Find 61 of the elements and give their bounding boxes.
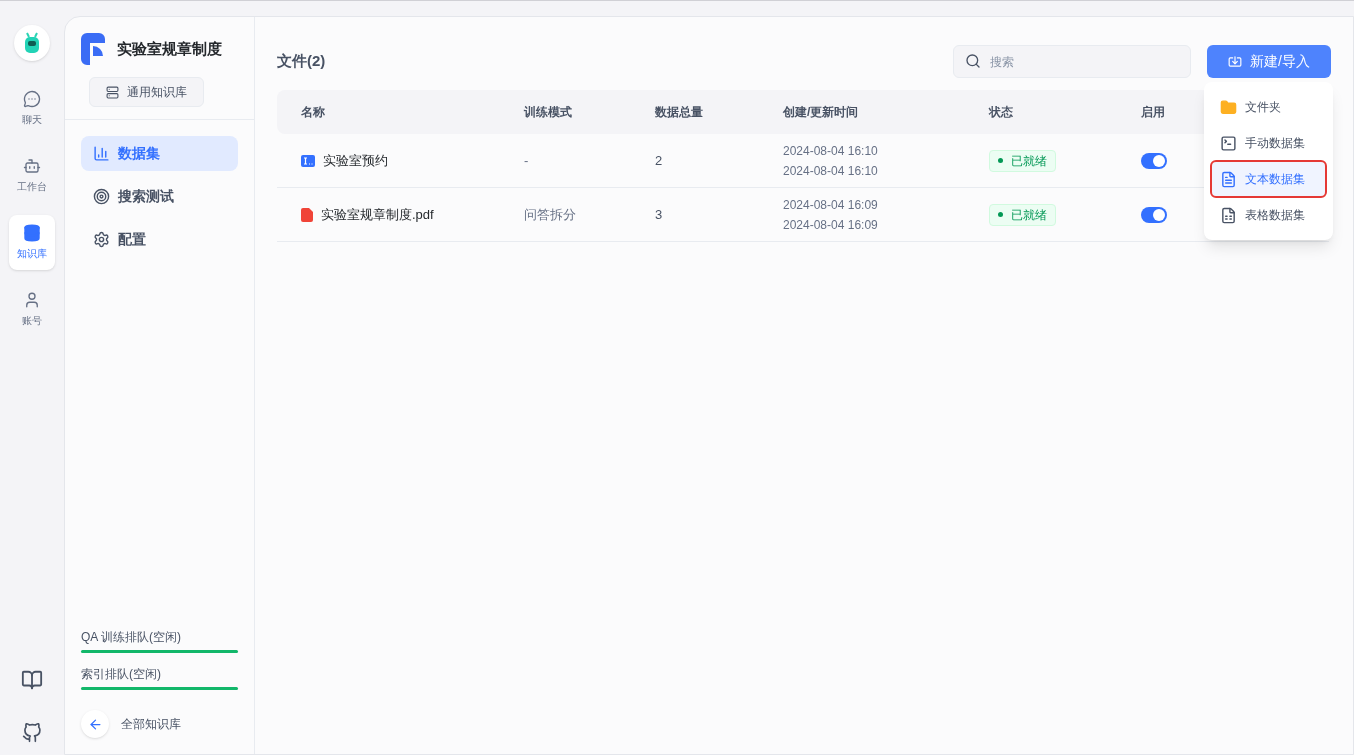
back-button[interactable] [81,710,109,738]
menu-item[interactable]: 文件夹 [1212,90,1325,124]
terminal-icon [1220,134,1237,152]
column-header: 训练模式 [524,104,573,121]
column-header: 启用 [1141,104,1166,121]
pdf-file-icon [301,207,313,222]
type-tag[interactable]: 通用知识库 [89,77,204,107]
settings-icon [93,231,110,248]
table-cell: - [524,152,529,168]
spreadsheet-icon [1220,206,1237,224]
server-icon [106,85,119,99]
import-icon [1228,54,1243,69]
column-header: 数据总量 [655,104,704,121]
status-tag: 已就绪 [989,149,1056,172]
document-icon [1220,170,1237,188]
target-icon [93,188,110,205]
github-icon[interactable] [22,723,42,743]
created-time: 2024-08-04 16:10 [783,142,879,160]
file-name[interactable]: 实验室规章制度.pdf [321,204,434,225]
column-header: 状态 [989,104,1014,121]
updated-time: 2024-08-04 16:09 [783,216,879,234]
menu-item[interactable]: 文本数据集 [1212,162,1325,196]
database-icon [23,224,41,242]
robot-icon [23,157,41,175]
queue-label: QA 训练排队(空闲) [81,629,182,646]
book-icon[interactable] [21,669,43,691]
created-time: 2024-08-04 16:09 [783,196,879,214]
table-cell: 问答拆分 [524,206,576,222]
back-link[interactable]: 全部知识库 [121,715,181,733]
nav-item[interactable]: 聊天 [9,81,55,136]
search-field[interactable]: 搜索 [953,45,1191,78]
table-cell: 2 [655,152,663,168]
queue-label: 索引排队(空闲) [81,666,162,683]
page-title: 文件(2) [277,51,326,72]
terminal-icon [301,154,315,167]
enable-switch[interactable] [1141,152,1167,169]
user-icon [23,291,41,309]
enable-switch[interactable] [1141,206,1167,223]
bar-chart-icon [93,145,110,162]
folder-icon [1220,98,1237,116]
new-import-button[interactable]: 新建/导入 [1207,45,1331,78]
status-tag: 已就绪 [989,203,1056,226]
chat-bubble-icon [23,90,41,108]
updated-time: 2024-08-04 16:10 [783,162,879,180]
search-icon [965,53,981,69]
sidebar-item[interactable]: 搜索测试 [81,179,238,214]
robot-mascot-icon [23,31,41,55]
app-logo-icon [81,33,105,65]
nav-item[interactable]: 工作台 [9,148,55,203]
menu-item[interactable]: 手动数据集 [1212,126,1325,160]
column-header: 名称 [300,104,326,121]
nav-item[interactable]: 知识库 [9,215,55,270]
sidebar-item[interactable]: 配置 [81,222,238,257]
column-header: 创建/更新时间 [783,104,860,121]
file-name[interactable]: 实验室预约 [323,150,388,171]
nav-item[interactable]: 账号 [9,282,55,337]
table-cell: 3 [655,206,663,222]
dataset-title: 实验室规章制度 [117,38,222,59]
menu-item[interactable]: 表格数据集 [1212,198,1325,232]
avatar[interactable] [14,25,50,61]
sidebar-item[interactable]: 数据集 [81,136,238,171]
